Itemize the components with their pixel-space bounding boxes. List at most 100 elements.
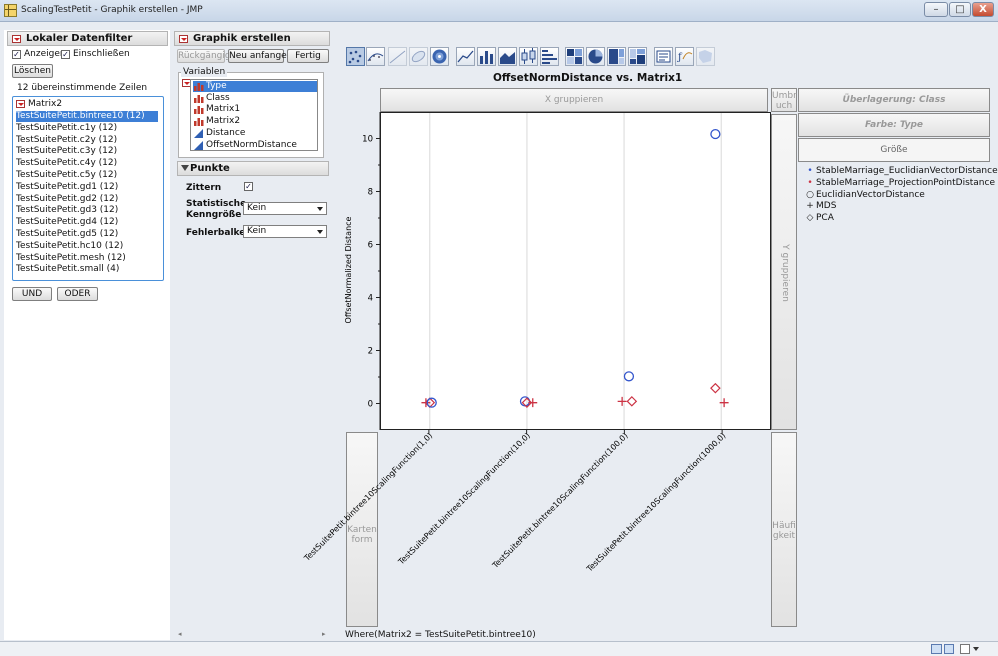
undo-button[interactable]: Rückgängig: [177, 49, 231, 63]
matrix2-filter-item[interactable]: TestSuitePetit.c3y (12): [16, 146, 158, 157]
continuous-column-icon: [194, 128, 204, 138]
freq-label-2: gkeit: [772, 531, 796, 541]
caption-box-icon[interactable]: [654, 47, 673, 66]
error-bars-label: Fehlerbalken: [186, 228, 252, 238]
wrap-zone[interactable]: Umbr uch: [771, 88, 797, 112]
variable-item[interactable]: OffsetNormDistance: [193, 140, 317, 151]
matrix2-filter-item[interactable]: TestSuitePetit.c5y (12): [16, 170, 158, 181]
matrix2-filter-item[interactable]: TestSuitePetit.gd3 (12): [16, 205, 158, 216]
legend-label: StableMarriage_ProjectionPointDistance: [816, 177, 995, 188]
nominal-column-icon: [194, 105, 204, 115]
home-icon[interactable]: [931, 644, 942, 654]
plot-frame[interactable]: [380, 112, 771, 430]
line-of-fit-icon[interactable]: [388, 47, 407, 66]
area-element-icon[interactable]: [498, 47, 517, 66]
variable-item[interactable]: Matrix1: [193, 104, 317, 115]
stat-label: Statistische: [186, 199, 247, 209]
frequency-zone[interactable]: Häufi gkeit: [771, 432, 797, 627]
mosaic-icon[interactable]: [628, 47, 647, 66]
matrix2-filter-item[interactable]: TestSuitePetit.bintree10 (12): [16, 111, 158, 122]
line-element-icon[interactable]: [456, 47, 475, 66]
legend-item[interactable]: + MDS: [804, 201, 836, 211]
data-point: [626, 396, 638, 407]
stat-label-2: Kenngröße: [186, 210, 242, 220]
scroll-left-icon[interactable]: ◂: [178, 630, 182, 638]
dropdown-arrow-icon[interactable]: [973, 647, 979, 651]
layout-icon[interactable]: [944, 644, 954, 654]
points-element-icon[interactable]: [346, 47, 365, 66]
color-zone[interactable]: Farbe: Type: [798, 113, 990, 137]
matrix2-filter-item[interactable]: TestSuitePetit.c2y (12): [16, 135, 158, 146]
nominal-column-icon: [194, 82, 204, 91]
close-button[interactable]: X: [972, 2, 994, 17]
overlay-zone[interactable]: Überlagerung: Class: [798, 88, 990, 112]
clear-button[interactable]: Löschen: [12, 64, 53, 78]
matrix2-filter-item[interactable]: TestSuitePetit.gd1 (12): [16, 182, 158, 193]
variable-label: Distance: [206, 127, 246, 138]
and-button[interactable]: UND: [12, 287, 52, 301]
variable-item[interactable]: Distance: [193, 128, 317, 139]
nominal-column-icon: [194, 94, 204, 103]
matrix2-filter-item[interactable]: TestSuitePetit.gd5 (12): [16, 229, 158, 240]
filter-header[interactable]: Lokaler Datenfilter: [7, 31, 168, 46]
legend-label: PCA: [816, 213, 834, 224]
matrix2-filter-item[interactable]: TestSuitePetit.small (4): [16, 264, 158, 275]
matrix2-column-label: Matrix2: [28, 99, 63, 109]
wrap-label-2: uch: [775, 101, 793, 111]
legend-item[interactable]: ○ EuclidianVectorDistance: [804, 190, 925, 200]
app-icon: [4, 4, 17, 17]
red-triangle-menu-icon[interactable]: [12, 35, 21, 43]
done-button[interactable]: Fertig: [287, 49, 329, 63]
histogram-icon[interactable]: [540, 47, 559, 66]
error-bars-dropdown[interactable]: Kein: [243, 225, 327, 238]
matrix2-filter-box: Matrix2 TestSuitePetit.bintree10 (12) Tes…: [12, 96, 164, 281]
scroll-right-icon[interactable]: ▸: [322, 630, 326, 638]
matrix2-filter-item[interactable]: TestSuitePetit.gd4 (12): [16, 217, 158, 228]
legend-label: EuclidianVectorDistance: [816, 189, 925, 200]
matrix2-filter-item[interactable]: TestSuitePetit.hc10 (12): [16, 241, 158, 252]
collapse-icon[interactable]: [181, 165, 189, 171]
legend-item[interactable]: ◇ PCA: [804, 213, 834, 223]
pie-icon[interactable]: [586, 47, 605, 66]
y-group-zone[interactable]: Y gruppieren: [771, 114, 797, 430]
points-header[interactable]: Punkte: [177, 161, 329, 176]
heatmap-icon[interactable]: [565, 47, 584, 66]
map-shapes-icon[interactable]: [696, 47, 715, 66]
bar-element-icon[interactable]: [477, 47, 496, 66]
legend-marker-plus-icon: +: [806, 201, 814, 212]
box-plot-icon[interactable]: [519, 47, 538, 66]
legend-label: StableMarriage_EuclidianVectorDistance: [816, 166, 998, 176]
matrix2-filter-item[interactable]: TestSuitePetit.mesh (12): [16, 253, 158, 264]
maximize-button[interactable]: □: [949, 2, 971, 17]
jitter-checkbox[interactable]: ✓: [244, 182, 253, 191]
show-checkbox[interactable]: ✓: [12, 50, 21, 59]
variable-item[interactable]: Type: [193, 81, 317, 92]
restart-button[interactable]: Neu anfangen: [228, 49, 292, 63]
stat-dropdown[interactable]: Kein: [243, 202, 327, 215]
ellipse-icon[interactable]: [409, 47, 428, 66]
legend-item[interactable]: • StableMarriage_ProjectionPointDistance: [804, 178, 995, 188]
matrix2-filter-item[interactable]: TestSuitePetit.gd2 (12): [16, 194, 158, 205]
continuous-column-icon: [194, 140, 204, 150]
include-checkbox[interactable]: ✓: [61, 50, 70, 59]
variable-item[interactable]: Class: [193, 93, 317, 104]
matrix2-filter-item[interactable]: TestSuitePetit.c1y (12): [16, 123, 158, 134]
variable-item[interactable]: Matrix2: [193, 116, 317, 127]
contour-icon[interactable]: [430, 47, 449, 66]
legend-marker-diamond-icon: ◇: [806, 213, 814, 224]
or-button[interactable]: ODER: [57, 287, 98, 301]
red-triangle-menu-icon[interactable]: [179, 35, 188, 43]
y-tick-label: 10: [362, 135, 373, 145]
window-list-icon[interactable]: [960, 644, 970, 654]
formula-icon[interactable]: ƒ: [675, 47, 694, 66]
treemap-icon[interactable]: [607, 47, 626, 66]
minimize-button[interactable]: –: [924, 2, 948, 17]
x-group-zone[interactable]: X gruppieren: [380, 88, 768, 112]
matrix2-filter-item[interactable]: TestSuitePetit.c4y (12): [16, 158, 158, 169]
graph-builder-header[interactable]: Graphik erstellen: [174, 31, 330, 46]
matrix2-menu-icon[interactable]: [16, 100, 25, 108]
where-clause: Where(Matrix2 = TestSuitePetit.bintree10…: [345, 630, 536, 640]
legend-item[interactable]: • StableMarriage_EuclidianVectorDistance: [804, 166, 998, 176]
size-zone[interactable]: Größe: [798, 138, 990, 162]
smoother-element-icon[interactable]: [366, 47, 385, 66]
